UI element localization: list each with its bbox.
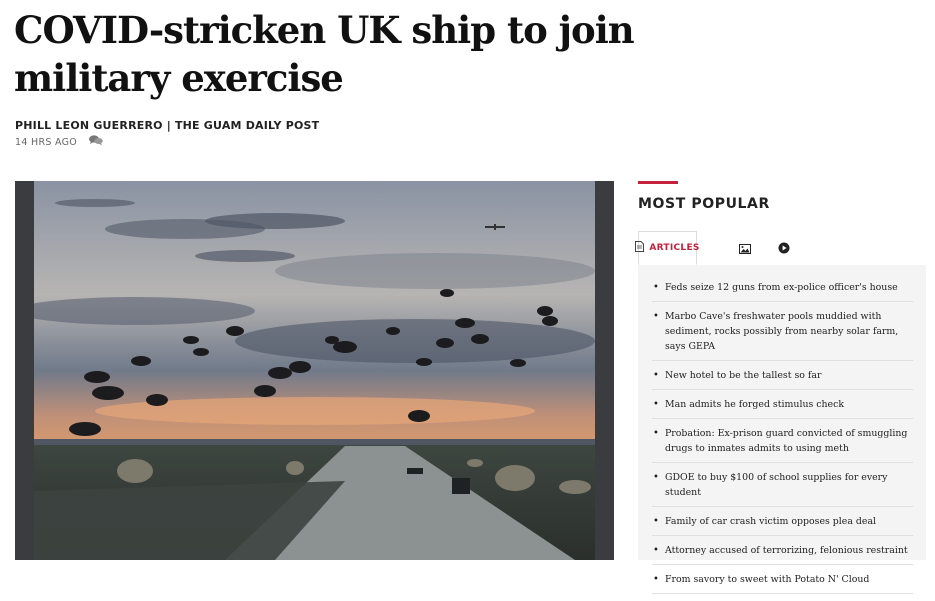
tab-photos[interactable]	[732, 231, 758, 265]
popular-article-link[interactable]: Attorney accused of terrorizing, felonio…	[652, 543, 913, 565]
most-popular-list-panel: Feds seize 12 guns from ex-police office…	[638, 265, 926, 594]
most-popular-list: Feds seize 12 guns from ex-police office…	[652, 280, 913, 601]
popular-article-link[interactable]: Family of car crash victim opposes plea …	[652, 514, 913, 536]
popular-article-link[interactable]: Feds seize 12 guns from ex-police office…	[652, 280, 913, 302]
article-headline: COVID-stricken UK ship to join military …	[14, 8, 635, 100]
tab-articles[interactable]: ARTICLES	[635, 231, 700, 265]
article-timestamp: 14 HRS AGO	[15, 136, 78, 148]
popular-article-link[interactable]: From savory to sweet with Potato N' Clou…	[652, 572, 913, 594]
popular-article-link[interactable]: Marbo Cave's freshwater pools muddied wi…	[652, 309, 913, 361]
popular-article-link[interactable]: GDOE to buy $100 of school supplies for …	[652, 470, 913, 507]
comment-icon[interactable]	[89, 135, 103, 149]
most-popular-accent-rule	[638, 181, 678, 184]
article-meta: 14 HRS AGO	[15, 135, 103, 149]
article-byline[interactable]: PHILL LEON GUERRERO | THE GUAM DAILY POS…	[15, 119, 319, 132]
image-icon	[739, 239, 751, 258]
article-photo[interactable]	[15, 181, 614, 560]
document-icon	[635, 241, 645, 255]
popular-article-link[interactable]: Man admits he forged stimulus check	[652, 397, 913, 419]
most-popular-title: MOST POPULAR	[638, 196, 770, 212]
most-popular-tabs: ARTICLES	[635, 231, 926, 266]
play-icon	[778, 239, 790, 258]
tab-articles-label: ARTICLES	[649, 243, 700, 253]
popular-article-link[interactable]: New hotel to be the tallest so far	[652, 368, 913, 390]
popular-article-link[interactable]: Probation: Ex-prison guard convicted of …	[652, 426, 913, 463]
tab-videos[interactable]	[771, 231, 797, 265]
